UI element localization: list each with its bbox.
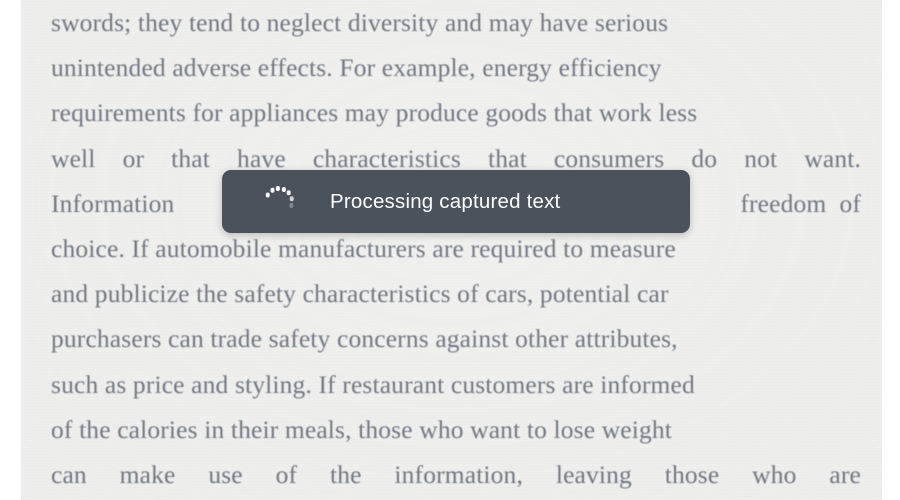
document-line: swords; they tend to neglect diversity a… [51,8,669,37]
document-line: and publicize the safety characteristics… [51,279,669,309]
scanned-document-page: swords; they tend to neglect diversity a… [21,0,882,500]
loading-spinner-icon [262,185,296,219]
document-line: can make use of the information, leaving… [51,452,861,497]
document-word: do [691,143,718,173]
document-word: leaving [555,459,632,489]
document-word: well [51,143,96,173]
document-word: not [744,143,778,173]
document-line: unintended adverse effects. For example,… [51,53,662,83]
document-word: the [329,459,362,489]
document-word: those [664,459,720,489]
document-word: Information [51,188,175,218]
processing-toast: Processing captured text [222,170,690,233]
document-word: are [829,459,861,489]
document-body-text: swords; they tend to neglect diversity a… [51,0,861,500]
screen: swords; they tend to neglect diversity a… [0,0,900,500]
document-word: can [51,459,87,489]
document-word: of [275,459,298,489]
document-word: make [119,459,176,489]
document-line: requirements for appliances may produce … [51,98,698,128]
document-line: purchasers can trade safety concerns aga… [51,324,678,354]
document-word: use [208,459,243,489]
document-line: such as price and styling. If restaurant… [51,369,695,399]
toast-message: Processing captured text [330,189,561,213]
document-word: that [171,143,210,173]
document-word: want. [804,143,861,173]
document-line: of the calories in their meals, those wh… [51,414,673,444]
document-word: or [122,143,145,173]
document-word: information, [394,459,523,489]
document-word: freedom of [740,188,861,218]
document-word: who [752,459,797,489]
